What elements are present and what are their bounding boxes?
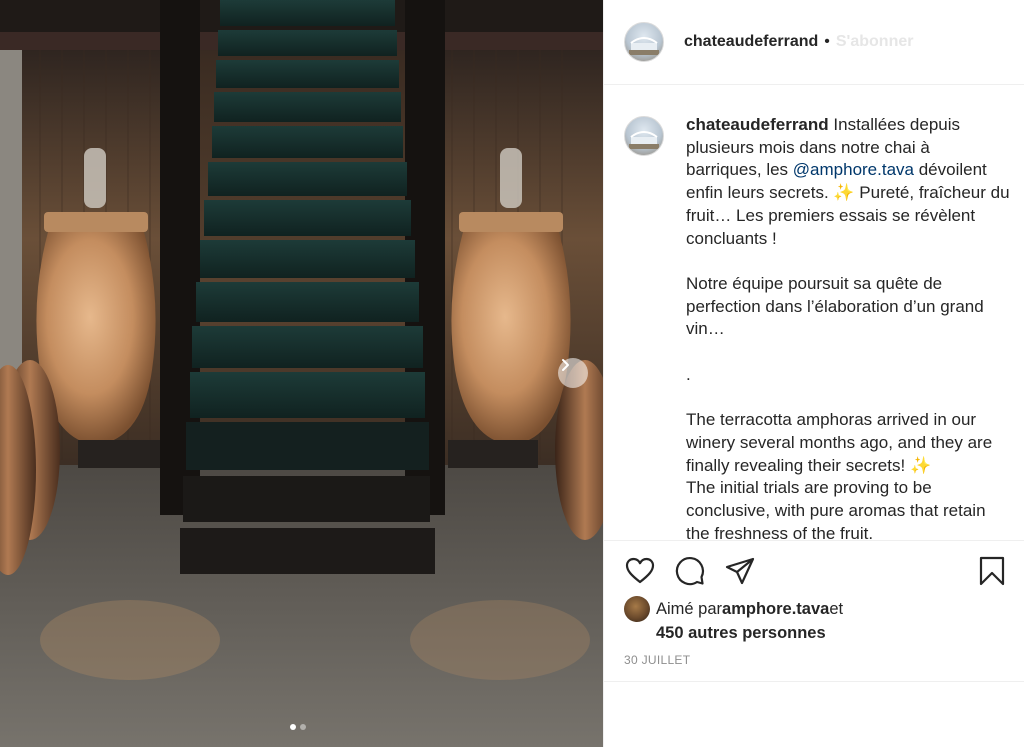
post-date[interactable]: 30 JUILLET: [624, 653, 690, 667]
separator-dot: •: [824, 33, 830, 50]
caption-part3: Pureté, fraîcheur du fruit… Les premiers…: [686, 183, 1010, 475]
add-comment-area[interactable]: [604, 681, 1024, 747]
liker-username[interactable]: amphore.tava: [722, 598, 829, 621]
carousel-dot: [290, 724, 296, 730]
post-photo[interactable]: [0, 0, 603, 747]
paper-plane-icon: [725, 557, 755, 585]
likes-summary: Aimé par amphore.tava et 450 autres pers…: [624, 596, 843, 645]
caption: chateaudeferrand Installées depuis plusi…: [604, 86, 1024, 540]
cellar-staircase-illustration: [0, 0, 603, 747]
share-button[interactable]: [724, 555, 756, 587]
likes-suffix: et: [829, 599, 844, 618]
post-author-username[interactable]: chateaudeferrand: [684, 33, 818, 51]
carousel-indicator: [290, 724, 306, 730]
chateau-logo-icon: [629, 37, 659, 55]
heart-icon: [625, 557, 655, 584]
caption-username[interactable]: chateaudeferrand: [686, 115, 829, 134]
likes-count-link[interactable]: 450 autres personnes: [624, 622, 843, 645]
likes-prefix: Aimé par: [656, 599, 723, 618]
comment-bubble-icon: [675, 557, 705, 586]
save-button[interactable]: [976, 555, 1008, 587]
chateau-logo-icon: [629, 131, 659, 149]
comment-button[interactable]: [674, 555, 706, 587]
comments-section[interactable]: chateaudeferrand Installées depuis plusi…: [604, 86, 1024, 540]
post-side-panel: chateaudeferrand • S'abonner chateaudefe…: [603, 0, 1024, 747]
sparkle-emoji: ✨: [909, 455, 932, 475]
chevron-right-icon: [562, 359, 569, 371]
post-header: chateaudeferrand • S'abonner: [604, 0, 1024, 85]
avatar[interactable]: [624, 596, 650, 622]
carousel-next-button[interactable]: [558, 358, 588, 388]
follow-button[interactable]: S'abonner: [836, 33, 914, 51]
caption-part4: The initial trials are proving to be con…: [686, 478, 986, 540]
caption-text: chateaudeferrand Installées depuis plusi…: [686, 114, 1010, 540]
carousel-dot: [300, 724, 306, 730]
avatar[interactable]: [624, 116, 664, 156]
bookmark-icon: [979, 556, 1005, 586]
caption-mention[interactable]: @amphore.tava: [793, 160, 914, 179]
avatar[interactable]: [624, 22, 664, 62]
sparkle-emoji: ✨: [833, 183, 855, 203]
like-button[interactable]: [624, 555, 656, 587]
action-bar: [604, 540, 1024, 604]
